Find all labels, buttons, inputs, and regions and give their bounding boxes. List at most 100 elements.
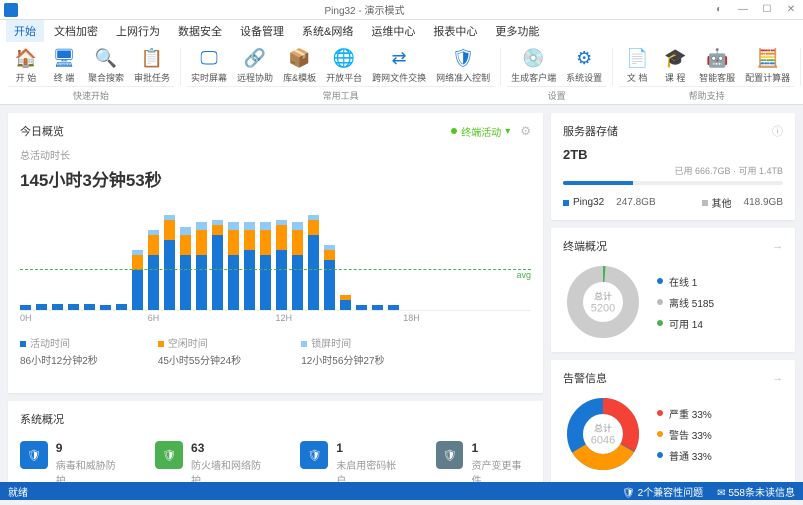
menu-data-sec[interactable]: 数据安全: [170, 20, 230, 42]
ribbon-icon: ⚙: [572, 46, 596, 70]
chart-bar: [244, 222, 255, 310]
storage-free: 可用 1.4TB: [738, 166, 783, 176]
ribbon-icon: 📦: [288, 46, 312, 70]
chart-bar: [228, 222, 239, 310]
menu-device[interactable]: 设备管理: [232, 20, 292, 42]
title-bar: Ping32 - 演示模式 ◐ — ☐ ✕: [0, 0, 803, 20]
storage-card: 服务器存储ⓘ 2TB 已用 666.7GB · 可用 1.4TB Ping322…: [551, 113, 795, 220]
chart-bar: [340, 295, 351, 310]
minimize-icon[interactable]: —: [735, 4, 751, 15]
storage-legend-item: Ping32247.8GB: [563, 195, 656, 210]
storage-used: 已用 666.7GB: [674, 166, 730, 176]
ribbon-网络准入控制[interactable]: 🛡网络准入控制: [432, 44, 494, 86]
ribbon-icon: 🤖: [705, 46, 729, 70]
ribbon-icon: 📋: [140, 46, 164, 70]
storage-total: 2TB: [563, 147, 783, 162]
app-logo-icon: [4, 3, 18, 17]
today-title: 今日概览: [20, 123, 64, 139]
ribbon-开放平台[interactable]: 🌐开放平台: [322, 44, 366, 86]
ribbon-icon: 🌐: [332, 46, 356, 70]
ribbon-icon: 🧮: [756, 46, 780, 70]
chart-bar: [308, 215, 319, 310]
menu-ops[interactable]: 运维中心: [363, 20, 423, 42]
chart-bar: [276, 220, 287, 310]
terminal-donut: 总计5200: [563, 262, 643, 342]
chart-bar: [196, 222, 207, 310]
donut-legend-row: 严重 33%: [657, 406, 712, 421]
ribbon-icon: 🎓: [663, 46, 687, 70]
chart-bar: [84, 304, 95, 310]
system-title: 系统概况: [20, 411, 531, 427]
arrow-right-icon[interactable]: →: [772, 372, 783, 384]
menu-web[interactable]: 上网行为: [108, 20, 168, 42]
donut-legend-row: 在线 1: [657, 274, 714, 289]
terminal-card: 终端概况→ 总计5200 在线 1离线 5185可用 14: [551, 228, 795, 352]
ribbon-系统设置[interactable]: ⚙系统设置: [562, 44, 606, 86]
donut-legend-row: 离线 5185: [657, 295, 714, 310]
alert-donut: 总计6046: [563, 394, 643, 474]
ribbon-开 始[interactable]: 🏠开 始: [8, 44, 44, 86]
ribbon-icon: 💿: [522, 46, 546, 70]
ribbon-icon: 🔍: [94, 46, 118, 70]
ribbon-icon: 🖥: [52, 46, 76, 70]
ribbon-icon: ⇄: [387, 46, 411, 70]
status-compat[interactable]: 🛡 2个兼容性问题: [622, 484, 703, 499]
chart-legend: 活动时间86小时12分钟2秒 空闲时间45小时55分钟24秒 锁屏时间12小时56分…: [20, 335, 531, 367]
chart-bar: [132, 250, 143, 310]
menu-report[interactable]: 报表中心: [425, 20, 485, 42]
ribbon-文 档[interactable]: 📄文 档: [619, 44, 655, 86]
sys-item[interactable]: 🛡1资产变更事件: [436, 441, 531, 487]
ribbon-聚合搜索[interactable]: 🔍聚合搜索: [84, 44, 128, 86]
moon-icon[interactable]: ◐: [711, 4, 727, 15]
ribbon-生成客户端[interactable]: 💿生成客户端: [507, 44, 560, 86]
menu-start[interactable]: 开始: [6, 20, 44, 42]
storage-legend-item: 其他418.9GB: [702, 195, 783, 210]
ribbon-审批任务[interactable]: 📋审批任务: [130, 44, 174, 86]
chart-bar: [36, 304, 47, 310]
ribbon-库&模板[interactable]: 📦库&模板: [279, 44, 320, 86]
ribbon-icon: 🛡: [451, 46, 475, 70]
info-icon[interactable]: ⓘ: [772, 123, 783, 139]
chart-bar: [116, 304, 127, 310]
donut-legend-row: 可用 14: [657, 316, 714, 331]
ribbon-跨网文件交换[interactable]: ⇄跨网文件交换: [368, 44, 430, 86]
ribbon-icon: 🔗: [243, 46, 267, 70]
sys-item[interactable]: 🛡1未启用密码帐户: [300, 441, 405, 487]
gear-icon[interactable]: ⚙: [520, 124, 531, 138]
legend-item: 空闲时间45小时55分钟24秒: [158, 335, 241, 367]
sys-icon: 🛡: [436, 441, 464, 469]
donut-legend-row: 普通 33%: [657, 448, 712, 463]
activity-pill[interactable]: 终端活动 ▾: [451, 124, 510, 139]
window-title: Ping32 - 演示模式: [18, 2, 711, 17]
maximize-icon[interactable]: ☐: [759, 4, 775, 15]
status-unread[interactable]: ✉ 558条未读信息: [717, 484, 795, 499]
sys-item[interactable]: 🛡63防火墙和网络防护: [155, 441, 270, 487]
menu-more[interactable]: 更多功能: [487, 20, 547, 42]
ribbon-实时屏幕[interactable]: 🖵实时屏幕: [187, 44, 231, 86]
sys-item[interactable]: 🛡9病毒和威胁防护: [20, 441, 125, 487]
ribbon-icon: 📄: [625, 46, 649, 70]
chart-bar: [356, 305, 367, 310]
menu-sys-net[interactable]: 系统&网络: [294, 20, 361, 42]
close-icon[interactable]: ✕: [783, 4, 799, 15]
ribbon-智能客服[interactable]: 🤖智能客服: [695, 44, 739, 86]
chart-bar: [20, 305, 31, 310]
ribbon: 🏠开 始🖥终 端🔍聚合搜索📋审批任务快速开始🖵实时屏幕🔗远程协助📦库&模板🌐开放…: [0, 42, 803, 105]
arrow-right-icon[interactable]: →: [772, 240, 783, 252]
ribbon-配置计算器[interactable]: 🧮配置计算器: [741, 44, 794, 86]
total-label: 总活动时长: [20, 147, 531, 162]
chart-bar: [212, 220, 223, 310]
status-bar: 就绪 🛡 2个兼容性问题 ✉ 558条未读信息: [0, 482, 803, 500]
menu-doc-encrypt[interactable]: 文档加密: [46, 20, 106, 42]
chart-bar: [164, 215, 175, 310]
ribbon-远程协助[interactable]: 🔗远程协助: [233, 44, 277, 86]
donut-legend-row: 警告 33%: [657, 427, 712, 442]
alert-title: 告警信息: [563, 370, 607, 386]
chart-bar: [292, 222, 303, 310]
legend-item: 锁屏时间12小时56分钟27秒: [301, 335, 384, 367]
storage-bar: [563, 181, 783, 185]
ribbon-终 端[interactable]: 🖥终 端: [46, 44, 82, 86]
legend-item: 活动时间86小时12分钟2秒: [20, 335, 98, 367]
ribbon-课 程[interactable]: 🎓课 程: [657, 44, 693, 86]
ribbon-icon: 🖵: [197, 46, 221, 70]
